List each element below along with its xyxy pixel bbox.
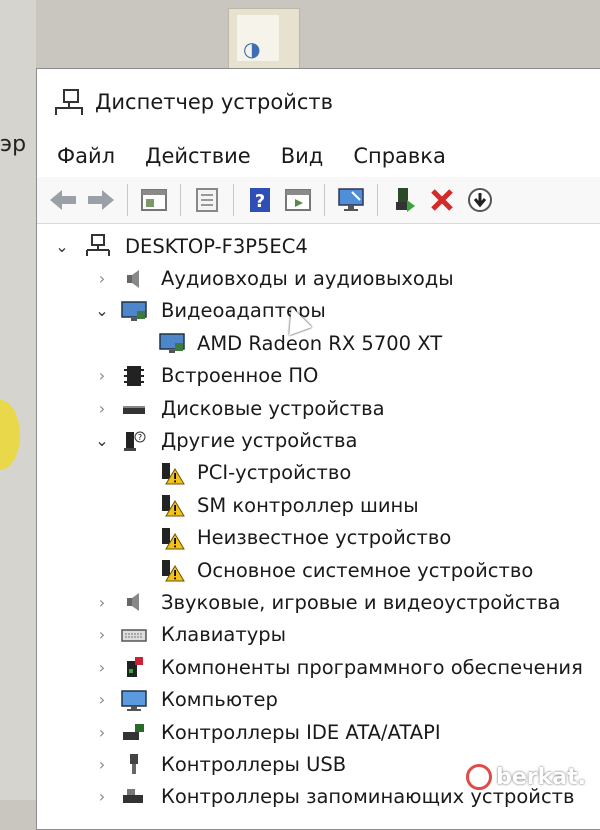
watermark: berkat. — [466, 764, 586, 790]
firmware-icon — [121, 364, 147, 388]
tree-item-keyboards[interactable]: › Клавиатуры — [37, 619, 600, 651]
properties-icon[interactable] — [138, 184, 170, 216]
tree-child-label: Неизвестное устройство — [197, 526, 452, 550]
expand-chevron-icon[interactable]: › — [95, 755, 109, 774]
tree-child-sm-bus[interactable]: SM контроллер шины — [37, 489, 600, 521]
tree-item-software-components[interactable]: › Компоненты программного обеспечения — [37, 651, 600, 683]
help-icon[interactable]: ? — [244, 184, 276, 216]
collapse-chevron-icon[interactable]: ⌄ — [95, 301, 109, 320]
warning-device-icon — [159, 558, 185, 582]
collapse-chevron-icon[interactable]: ⌄ — [55, 237, 69, 256]
uninstall-icon[interactable] — [426, 184, 458, 216]
speaker-icon — [121, 267, 147, 291]
tree-item-label: Звуковые, игровые и видеоустройства — [161, 590, 561, 614]
toolbar-separator — [377, 184, 378, 216]
expand-chevron-icon[interactable]: › — [95, 593, 109, 612]
expand-chevron-icon[interactable]: › — [95, 399, 109, 418]
download-icon[interactable] — [464, 184, 496, 216]
warning-device-icon — [159, 461, 185, 485]
tree-child-label: SM контроллер шины — [197, 493, 419, 517]
menu-bar: Файл Действие Вид Справка — [37, 135, 600, 177]
tree-item-label: Другие устройства — [161, 429, 358, 453]
tree-item-label: Аудиовходы и аудиовыходы — [161, 267, 454, 291]
tree-child-unknown[interactable]: Неизвестное устройство — [37, 522, 600, 554]
tree-child-pci[interactable]: PCI-устройство — [37, 457, 600, 489]
window-title: Диспетчер устройств — [95, 90, 334, 114]
forward-icon[interactable] — [85, 184, 117, 216]
warning-device-icon — [159, 493, 185, 517]
computer-icon — [121, 688, 147, 712]
menu-file[interactable]: Файл — [57, 144, 115, 168]
tree-item-label: Встроенное ПО — [161, 364, 319, 388]
menu-view[interactable]: Вид — [281, 144, 324, 168]
tree-item-audio[interactable]: › Аудиовходы и аудиовыходы — [37, 262, 600, 294]
svg-text:?: ? — [255, 191, 265, 212]
svg-text:?: ? — [138, 433, 142, 442]
enable-device-icon[interactable] — [388, 184, 420, 216]
tree-item-firmware[interactable]: › Встроенное ПО — [37, 360, 600, 392]
expand-chevron-icon[interactable]: › — [95, 625, 109, 644]
computer-network-icon — [85, 234, 111, 258]
storage-controller-icon — [121, 785, 147, 809]
tree-child-label: PCI-устройство — [197, 461, 352, 485]
expand-chevron-icon[interactable]: › — [95, 787, 109, 806]
toolbar-separator — [324, 184, 325, 216]
tree-root[interactable]: ⌄ DESKTOP-F3P5EC4 — [37, 230, 600, 262]
toolbar: ? — [37, 177, 600, 224]
expand-chevron-icon[interactable]: › — [95, 690, 109, 709]
title-bar[interactable]: Диспетчер устройств — [37, 69, 600, 135]
tree-child-label: AMD Radeon RX 5700 XT — [197, 331, 443, 355]
warning-device-icon — [159, 526, 185, 550]
tree-item-computer[interactable]: › Компьютер — [37, 683, 600, 715]
toolbar-separator — [180, 184, 181, 216]
tree-item-label: Контроллеры USB — [161, 752, 347, 776]
view-icon[interactable] — [282, 184, 314, 216]
tree-item-label: Компоненты программного обеспечения — [161, 655, 583, 679]
back-icon[interactable] — [47, 184, 79, 216]
usb-icon — [121, 752, 147, 776]
expand-chevron-icon[interactable]: › — [95, 366, 109, 385]
tree-child-label: Основное системное устройство — [197, 558, 534, 582]
ide-controller-icon — [121, 720, 147, 744]
tree-item-other-devices[interactable]: ⌄ ? Другие устройства — [37, 424, 600, 456]
keyboard-icon — [121, 623, 147, 647]
tree-item-label: Дисковые устройства — [161, 396, 385, 420]
display-adapter-icon — [159, 331, 185, 355]
speaker-icon — [121, 590, 147, 614]
monitor-icon[interactable] — [335, 184, 367, 216]
device-tree: ⌄ DESKTOP-F3P5EC4 › Аудиовходы и аудиовы… — [37, 224, 600, 813]
tree-item-display-adapters[interactable]: ⌄ Видеоадаптеры — [37, 295, 600, 327]
tree-item-label: Компьютер — [161, 688, 278, 712]
menu-help[interactable]: Справка — [353, 144, 446, 168]
unknown-device-icon: ? — [121, 429, 147, 453]
tree-item-ide-controllers[interactable]: › Контроллеры IDE ATA/ATAPI — [37, 716, 600, 748]
desktop-background — [0, 0, 36, 800]
disk-icon — [121, 396, 147, 420]
expand-chevron-icon[interactable]: › — [95, 723, 109, 742]
desktop-text-fragment: эр — [0, 132, 27, 157]
tree-child-gpu[interactable]: AMD Radeon RX 5700 XT — [37, 327, 600, 359]
menu-action[interactable]: Действие — [145, 144, 251, 168]
software-component-icon — [121, 655, 147, 679]
desktop-file-icon[interactable]: ◑ — [228, 8, 300, 70]
tree-item-disks[interactable]: › Дисковые устройства — [37, 392, 600, 424]
expand-chevron-icon[interactable]: › — [95, 269, 109, 288]
device-manager-icon — [55, 87, 85, 117]
update-driver-icon[interactable] — [191, 184, 223, 216]
tree-item-label: Клавиатуры — [161, 623, 287, 647]
tree-child-base-system[interactable]: Основное системное устройство — [37, 554, 600, 586]
toolbar-separator — [127, 184, 128, 216]
watermark-text: berkat. — [496, 764, 586, 790]
device-manager-window: Диспетчер устройств Файл Действие Вид Сп… — [36, 68, 600, 830]
collapse-chevron-icon[interactable]: ⌄ — [95, 431, 109, 450]
tree-item-sound[interactable]: › Звуковые, игровые и видеоустройства — [37, 586, 600, 618]
toolbar-separator — [233, 184, 234, 216]
tree-root-label: DESKTOP-F3P5EC4 — [125, 234, 308, 258]
tree-item-label: Контроллеры IDE ATA/ATAPI — [161, 720, 441, 744]
watermark-logo-icon — [466, 764, 493, 790]
display-adapter-icon — [121, 299, 147, 323]
expand-chevron-icon[interactable]: › — [95, 658, 109, 677]
